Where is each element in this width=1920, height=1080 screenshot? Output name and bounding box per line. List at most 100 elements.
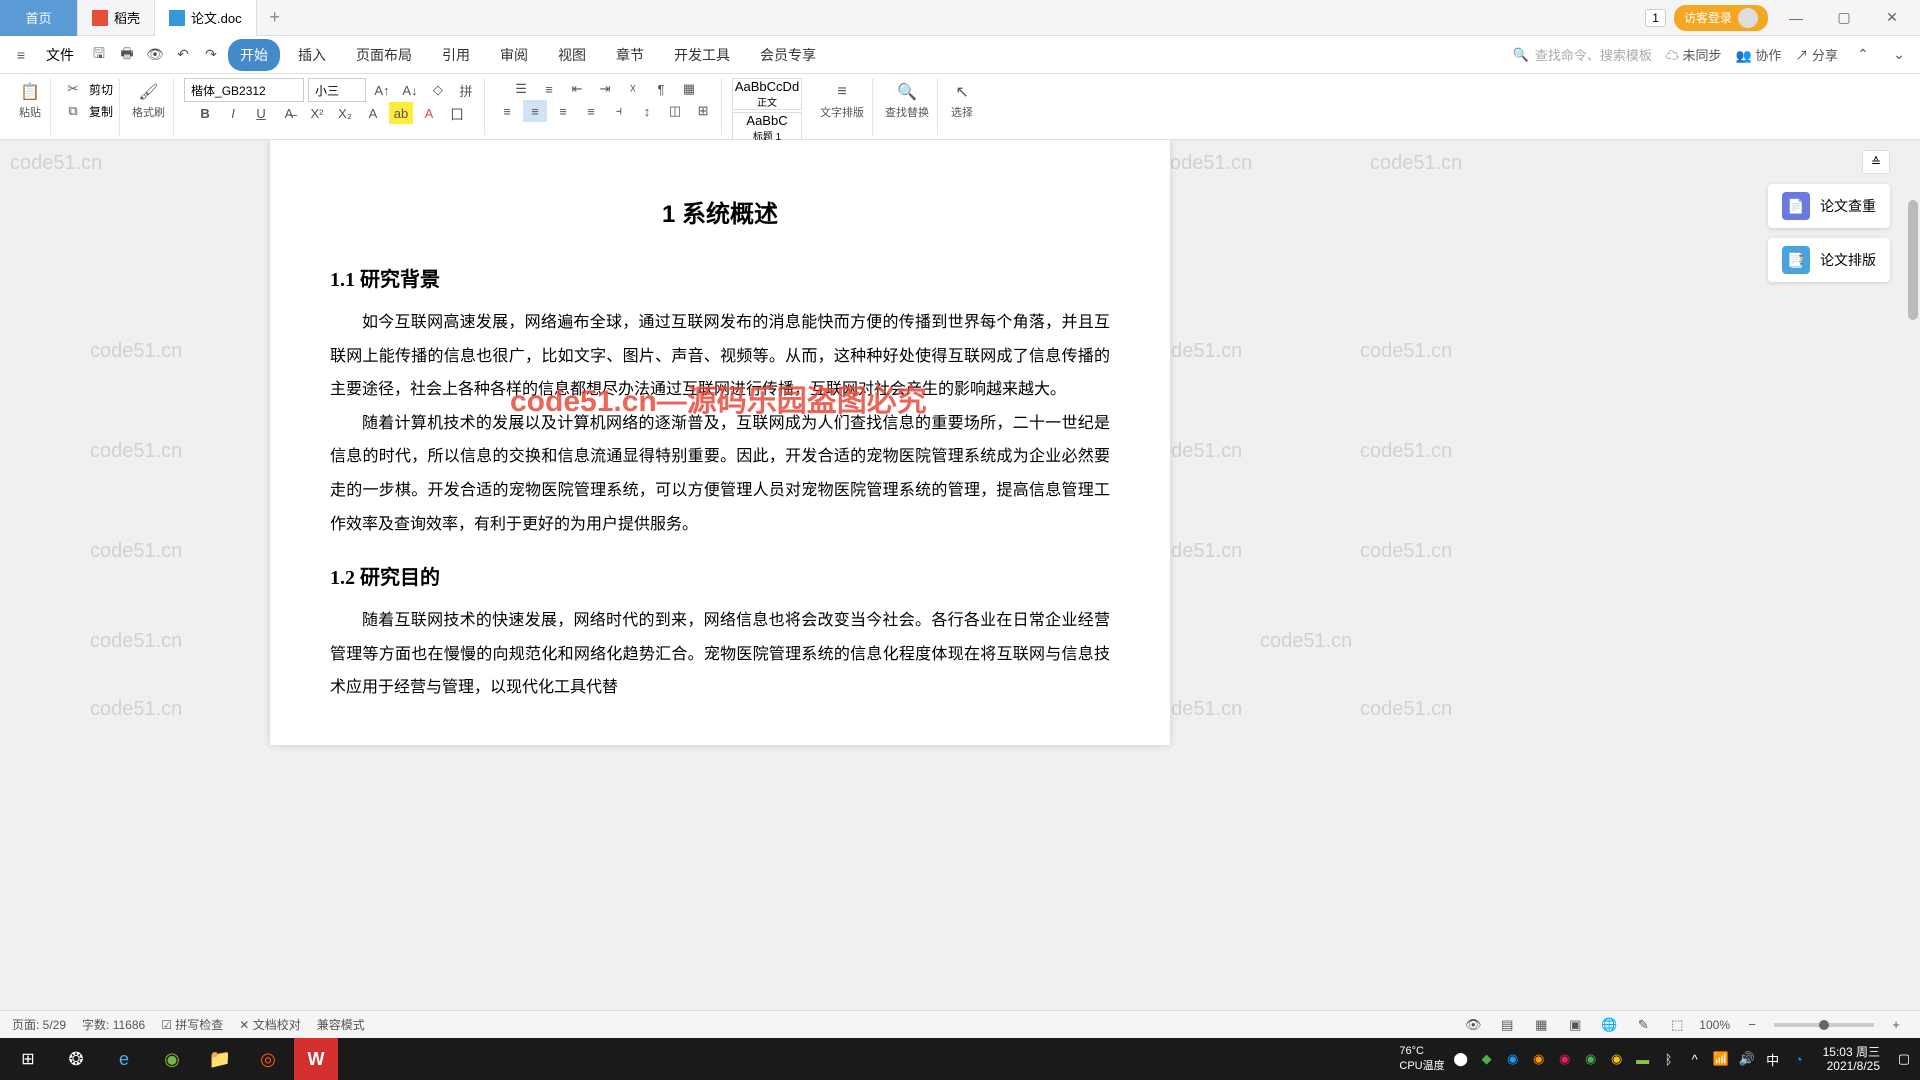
volume-icon[interactable]: 🔊 [1737,1049,1757,1069]
tray-icon[interactable]: ◆ [1477,1049,1497,1069]
align-center[interactable]: ≡ [523,100,547,122]
coop-button[interactable]: 👥 协作 [1736,45,1782,64]
shading[interactable]: ◫ [663,100,687,122]
tray-icon[interactable]: ⬤ [1451,1049,1471,1069]
tabs-btn[interactable]: ¶ [649,78,673,100]
wifi-icon[interactable]: 📶 [1711,1049,1731,1069]
scrollbar[interactable] [1906,140,1920,1010]
notification-icon[interactable]: ▢ [1894,1049,1914,1069]
notification-badge[interactable]: 1 [1645,9,1666,27]
find-replace-button[interactable]: 🔍查找替换 [883,78,931,122]
annotate[interactable]: ✎ [1631,1014,1655,1036]
undo-icon[interactable]: ↶ [172,44,194,66]
menu-review[interactable]: 审阅 [488,39,540,71]
copy-button[interactable]: ⧉ [61,100,85,122]
indent-inc[interactable]: ⇥ [593,78,617,100]
print-icon[interactable]: 🖶 [116,44,138,66]
clock[interactable]: 15:03 周三2021/8/25 [1815,1045,1888,1074]
view-read[interactable]: ▣ [1563,1014,1587,1036]
task-app1[interactable]: ❂ [54,1038,98,1080]
save-icon[interactable]: 🖫 [88,44,110,66]
cut-button[interactable]: ✂ [61,78,85,100]
italic-button[interactable]: I [221,102,245,124]
scroll-thumb[interactable] [1908,200,1918,320]
close-button[interactable]: ✕ [1872,0,1912,36]
align-left[interactable]: ≡ [495,100,519,122]
task-app2[interactable]: ◎ [246,1038,290,1080]
sort[interactable]: ☓ [621,78,645,100]
task-ie[interactable]: e [102,1038,146,1080]
bluetooth-icon[interactable]: ᛒ [1659,1049,1679,1069]
menu-dev[interactable]: 开发工具 [662,39,742,71]
task-wps[interactable]: W [294,1038,338,1080]
numbering[interactable]: ≡ [537,78,561,100]
clear-format[interactable]: ◇ [426,79,450,101]
minimize-button[interactable]: — [1776,0,1816,36]
style-body[interactable]: AaBbCcDd正文 [732,78,802,110]
zoom-out[interactable]: − [1740,1014,1764,1036]
command-search[interactable]: 🔍查找命令、搜索模板 [1513,45,1652,64]
line-spacing[interactable]: ↕ [635,100,659,122]
subscript[interactable]: X₂ [333,102,357,124]
task-browser[interactable]: ◉ [150,1038,194,1080]
char-border[interactable]: 囗 [445,102,469,124]
indent-dec[interactable]: ⇤ [565,78,589,100]
tab-docell[interactable]: 稻壳 [78,0,155,36]
chevron-down-icon[interactable]: ⌄ [1888,44,1910,66]
menu-view[interactable]: 视图 [546,39,598,71]
collapse-button[interactable]: ≙ [1862,150,1890,174]
document-page[interactable]: 1 系统概述 1.1 研究背景 如今互联网高速发展，网络遍布全球，通过互联网发布… [270,140,1170,745]
zoom-level[interactable]: 100% [1699,1018,1730,1032]
strike-button[interactable]: A̶ [277,102,301,124]
select-button[interactable]: ↖选择 [948,78,976,122]
superscript[interactable]: X² [305,102,329,124]
highlight-button[interactable]: ab [389,102,413,124]
bold-button[interactable]: B [193,102,217,124]
borders[interactable]: ▦ [677,78,701,100]
view-print[interactable]: ▤ [1495,1014,1519,1036]
tray-icon[interactable]: ◉ [1529,1049,1549,1069]
distribute[interactable]: ⫞ [607,100,631,122]
grow-font[interactable]: A↑ [370,79,394,101]
tray-up-icon[interactable]: ^ [1685,1049,1705,1069]
sync-status[interactable]: ☁ 未同步 [1666,45,1722,64]
login-button[interactable]: 访客登录 [1674,5,1768,31]
text-effects[interactable]: A [361,102,385,124]
underline-button[interactable]: U [249,102,273,124]
menu-chapter[interactable]: 章节 [604,39,656,71]
spell-check[interactable]: ☑ 拼写检查 [161,1016,223,1033]
font-select[interactable] [184,78,304,102]
page-indicator[interactable]: 页面: 5/29 [12,1016,66,1033]
task-explorer[interactable]: 📁 [198,1038,242,1080]
paper-layout-button[interactable]: 📑论文排版 [1768,238,1890,282]
share-button[interactable]: ↗ 分享 [1795,45,1838,64]
paste-button[interactable]: 📋粘贴 [16,78,44,122]
align-right[interactable]: ≡ [551,100,575,122]
phonetic[interactable]: 拼 [454,79,478,101]
redo-icon[interactable]: ↷ [200,44,222,66]
view-web[interactable]: 🌐 [1597,1014,1621,1036]
format-painter[interactable]: 🖌格式刷 [130,78,167,122]
start-button[interactable]: ⊞ [6,1038,50,1080]
maximize-button[interactable]: ▢ [1824,0,1864,36]
bullets[interactable]: ☰ [509,78,533,100]
tab-home[interactable]: 首页 [0,0,78,36]
borders2[interactable]: ⊞ [691,100,715,122]
word-count[interactable]: 字数: 11686 [82,1016,145,1033]
tray-icon[interactable]: ◉ [1607,1049,1627,1069]
zoom-in[interactable]: + [1884,1014,1908,1036]
tray-icon[interactable]: ◉ [1581,1049,1601,1069]
menu-insert[interactable]: 插入 [286,39,338,71]
menu-layout[interactable]: 页面布局 [344,39,424,71]
font-color[interactable]: A [417,102,441,124]
menu-start[interactable]: 开始 [228,39,280,71]
new-tab-button[interactable]: + [257,7,293,28]
align-justify[interactable]: ≡ [579,100,603,122]
paper-check-button[interactable]: 📄论文查重 [1768,184,1890,228]
tray-icon[interactable]: ◔ [1789,1049,1809,1069]
file-menu[interactable]: 文件 [38,41,82,69]
eye-icon[interactable]: 👁 [1461,1014,1485,1036]
zoom-slider[interactable] [1774,1023,1874,1027]
menu-member[interactable]: 会员专享 [748,39,828,71]
fit-width[interactable]: ⬚ [1665,1014,1689,1036]
